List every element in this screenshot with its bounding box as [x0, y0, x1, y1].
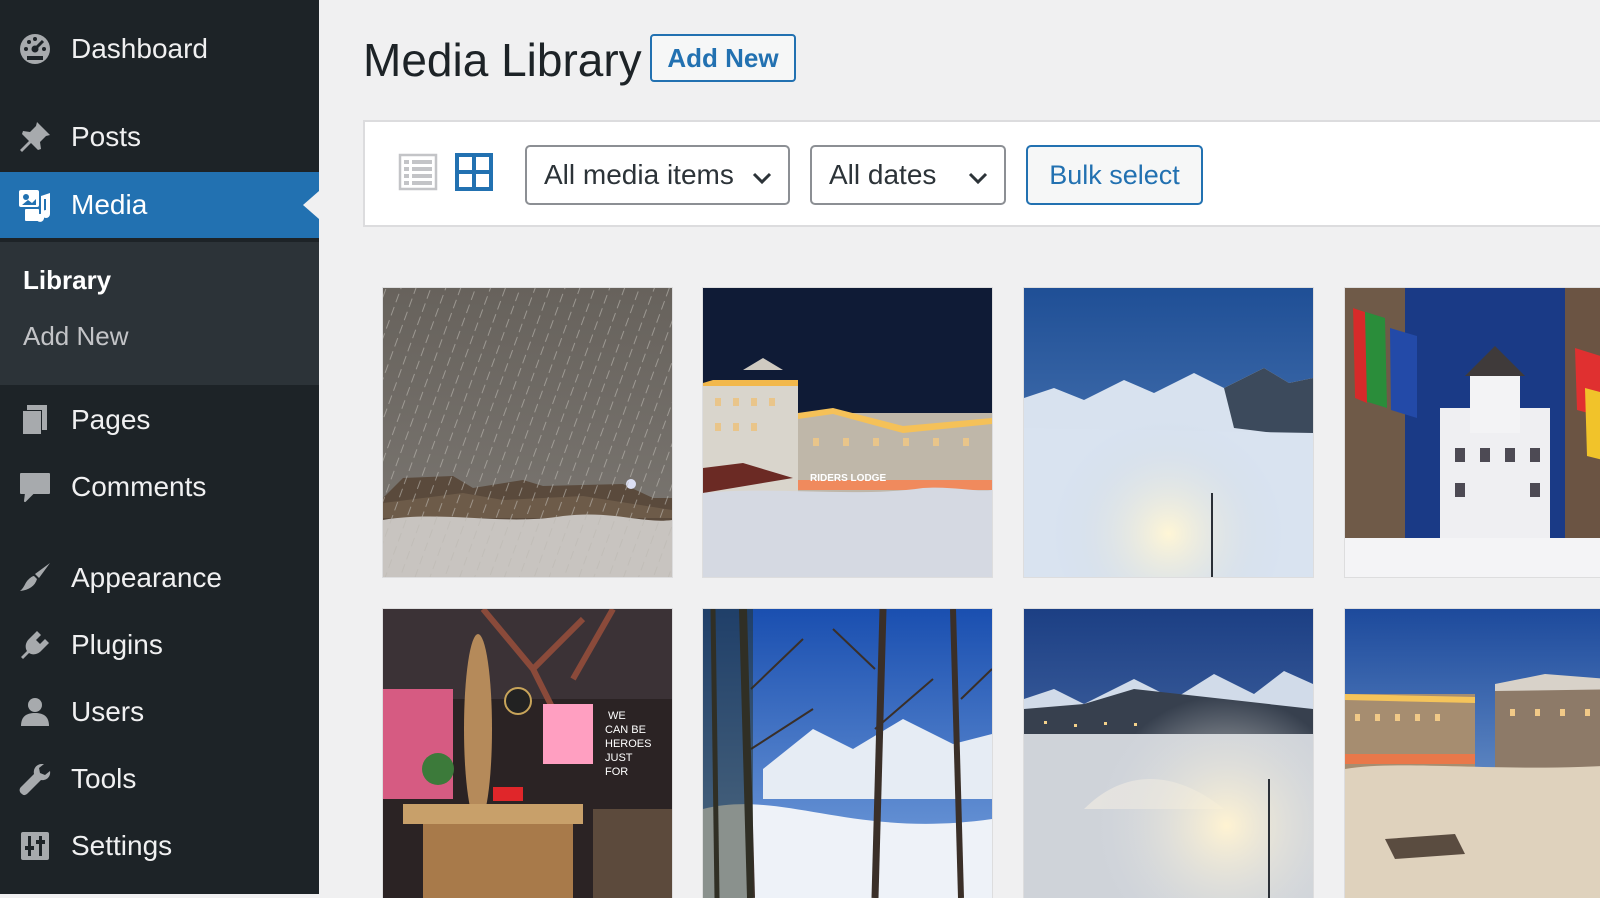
sidebar-item-label: Media: [71, 189, 148, 220]
sidebar-item-plugins[interactable]: Plugins: [0, 612, 319, 678]
submenu-item-library[interactable]: Library: [23, 265, 111, 296]
svg-text:WE: WE: [608, 710, 626, 722]
svg-text:RIDERS LODGE: RIDERS LODGE: [810, 473, 886, 484]
sidebar-item-comments[interactable]: Comments: [0, 454, 319, 520]
sidebar-item-label: Plugins: [71, 629, 163, 660]
user-icon: [17, 694, 53, 730]
sidebar-item-label: Settings: [71, 830, 173, 861]
date-filter[interactable]: All dates: [810, 145, 1006, 205]
admin-sidebar: Dashboard Posts Media Library Add New Pa…: [0, 0, 319, 894]
bulk-select-button[interactable]: Bulk select: [1026, 145, 1203, 205]
sidebar-item-settings[interactable]: Settings: [0, 813, 319, 879]
dashboard-icon: [17, 31, 53, 67]
pushpin-icon: [17, 119, 53, 155]
sidebar-item-label: Appearance: [71, 562, 223, 593]
media-type-filter-value: All media items: [544, 159, 734, 190]
grid-view-icon[interactable]: [454, 152, 494, 192]
sidebar-item-appearance[interactable]: Appearance: [0, 545, 319, 611]
list-view-icon[interactable]: [398, 152, 438, 192]
settings-sliders-icon: [17, 828, 53, 864]
media-thumbnail-forest-view[interactable]: [703, 609, 992, 898]
sidebar-item-posts[interactable]: Posts: [0, 104, 319, 170]
comment-icon: [17, 469, 53, 505]
sidebar-item-label: Tools: [71, 763, 137, 794]
sidebar-item-media[interactable]: Media: [0, 172, 319, 238]
chevron-down-icon: [966, 165, 990, 189]
media-thumbnail-village-dusk[interactable]: [1024, 609, 1313, 898]
media-toolbar: All media items All dates Bulk select: [363, 120, 1600, 227]
plug-icon: [17, 627, 53, 663]
wrench-icon: [17, 761, 53, 797]
add-new-button[interactable]: Add New: [650, 34, 796, 82]
media-icon: [17, 187, 53, 223]
sidebar-item-label: Users: [71, 696, 145, 727]
chevron-down-icon: [750, 165, 774, 189]
sidebar-item-tools[interactable]: Tools: [0, 746, 319, 812]
media-thumbnail-ski-slope[interactable]: [1024, 288, 1313, 577]
svg-text:HEROES: HEROES: [605, 738, 651, 750]
page-title: Media Library: [363, 34, 642, 86]
current-menu-arrow: [303, 191, 319, 219]
sidebar-item-label: Pages: [71, 404, 151, 435]
sidebar-item-users[interactable]: Users: [0, 679, 319, 745]
sidebar-item-pages[interactable]: Pages: [0, 387, 319, 453]
paintbrush-icon: [17, 560, 53, 596]
media-type-filter[interactable]: All media items: [525, 145, 790, 205]
sidebar-item-dashboard[interactable]: Dashboard: [0, 16, 319, 82]
media-thumbnail-riders-lodge[interactable]: RIDERS LODGE: [703, 288, 992, 577]
submenu-item-add-new[interactable]: Add New: [23, 321, 129, 352]
media-thumbnail-bar-interior[interactable]: WE CAN BE HEROES JUST FOR: [383, 609, 672, 898]
date-filter-value: All dates: [829, 159, 937, 190]
media-thumbnail-snowfall-chalets[interactable]: [383, 288, 672, 577]
media-submenu: Library Add New: [0, 242, 319, 385]
pages-icon: [17, 402, 53, 438]
svg-text:FOR: FOR: [605, 766, 628, 778]
sidebar-item-label: Dashboard: [71, 33, 208, 64]
svg-text:JUST: JUST: [605, 752, 633, 764]
media-thumbnail-flags-building[interactable]: [1345, 288, 1600, 577]
sidebar-item-label: Comments: [71, 471, 207, 502]
svg-text:CAN BE: CAN BE: [605, 724, 646, 736]
sidebar-item-label: Posts: [71, 121, 142, 152]
media-thumbnail-lodge-sunset[interactable]: [1345, 609, 1600, 898]
